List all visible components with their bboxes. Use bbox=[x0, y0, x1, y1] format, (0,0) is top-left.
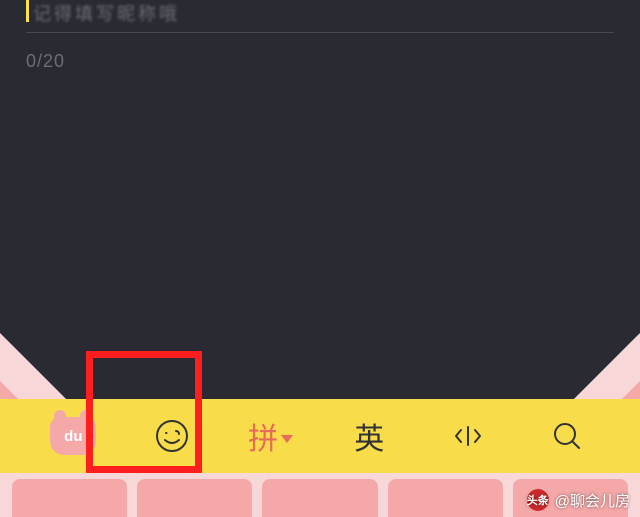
search-button[interactable] bbox=[539, 408, 595, 464]
toutiao-logo-icon: 头条 bbox=[527, 489, 549, 511]
cursor-move-button[interactable] bbox=[440, 408, 496, 464]
cursor-move-icon bbox=[450, 418, 486, 454]
char-counter: 0/20 bbox=[26, 51, 614, 72]
keyboard-key[interactable] bbox=[388, 479, 503, 517]
text-caret bbox=[26, 0, 29, 22]
chevron-down-icon bbox=[281, 435, 293, 443]
keyboard-key[interactable] bbox=[12, 479, 127, 517]
nickname-placeholder: 记得填写昵称哦 bbox=[33, 0, 180, 26]
ime-english-label: 英 bbox=[354, 414, 384, 458]
ime-mode-pinyin[interactable]: 拼 bbox=[243, 408, 299, 464]
tutorial-highlight-box bbox=[86, 351, 202, 473]
watermark-credit: @聊会儿房 bbox=[555, 490, 630, 511]
keyboard-key[interactable] bbox=[262, 479, 377, 517]
watermark: 头条 @聊会儿房 bbox=[527, 489, 630, 511]
search-icon bbox=[549, 418, 585, 454]
ime-pinyin-label: 拼 bbox=[248, 414, 278, 458]
nickname-input[interactable]: 记得填写昵称哦 bbox=[26, 0, 614, 28]
input-divider bbox=[26, 32, 614, 33]
ime-mode-english[interactable]: 英 bbox=[341, 408, 397, 464]
keyboard-key[interactable] bbox=[137, 479, 252, 517]
